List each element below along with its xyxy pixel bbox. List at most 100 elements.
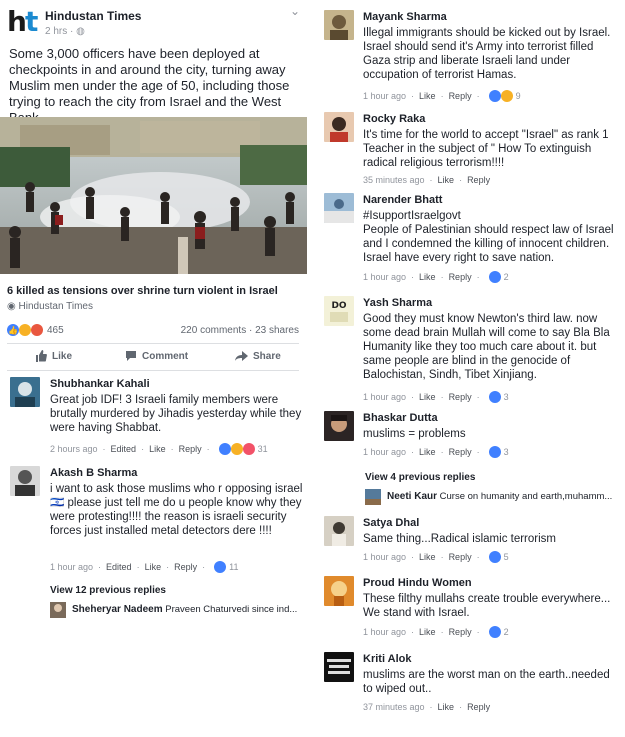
chevron-down-icon[interactable]: ⌄ (290, 4, 300, 18)
like-link[interactable]: Like (419, 627, 436, 637)
comment: Bhaskar Dutta muslims = problems 1 hour … (324, 411, 620, 461)
post-column: ht Hindustan Times 2 hrs · ◍ ⌄ Some 3,00… (0, 0, 312, 618)
news-photo[interactable] (0, 117, 307, 274)
page-name[interactable]: Hindustan Times (45, 9, 141, 23)
reply-text: Praveen Chaturvedi since ind... (165, 604, 298, 615)
avatar[interactable] (324, 10, 354, 40)
comment: Mayank Sharma Illegal immigrants should … (324, 10, 620, 105)
reply-link[interactable]: Reply (449, 627, 472, 637)
comment: Akash B Sharma i want to ask those musli… (10, 466, 305, 576)
avatar[interactable] (324, 193, 354, 223)
comment: Narender Bhatt #IsupportIsraelgovt Peopl… (324, 193, 620, 288)
avatar[interactable] (324, 112, 354, 142)
reaction-icons[interactable]: 2 (488, 626, 509, 638)
divider (7, 370, 299, 371)
reply-link[interactable]: Reply (449, 272, 472, 282)
reply-link[interactable]: Reply (449, 91, 472, 101)
comment-button[interactable]: Comment (125, 350, 188, 362)
edited-label[interactable]: Edited (106, 562, 132, 572)
reply-link[interactable]: Reply (467, 175, 490, 185)
globe-icon: ◍ (76, 26, 85, 37)
reaction-summary[interactable]: 👍 465 220 comments · 23 shares (7, 323, 299, 339)
like-link[interactable]: Like (419, 447, 436, 457)
like-link[interactable]: Like (149, 444, 166, 454)
like-link[interactable]: Like (419, 392, 436, 402)
reaction-icons[interactable]: 5 (488, 551, 509, 563)
commenter-name[interactable]: Satya Dhal (363, 517, 419, 529)
commenter-name[interactable]: Proud Hindu Women (363, 577, 472, 589)
avatar[interactable] (324, 652, 354, 682)
post-timestamp: 2 hrs · (45, 26, 77, 37)
reaction-icons[interactable]: 9 (488, 90, 521, 102)
comment-meta: 1 hour ago · Like · Reply · 2 (363, 626, 509, 638)
reaction-icons[interactable]: 2 (488, 271, 509, 283)
comment-text: These filthy mullahs create trouble ever… (363, 593, 611, 619)
avatar[interactable] (324, 411, 354, 441)
reaction-icons[interactable]: 3 (488, 446, 509, 458)
ht-logo[interactable]: ht (7, 5, 39, 38)
comment-share-stats[interactable]: 220 comments · 23 shares (181, 325, 299, 336)
share-button[interactable]: Share (235, 350, 281, 362)
comment-meta: 1 hour ago · Like · Reply · 9 (363, 90, 521, 102)
comment: Satya Dhal Same thing...Radical islamic … (324, 516, 620, 566)
comment-time: 1 hour ago (363, 447, 407, 457)
view-previous-replies[interactable]: View 4 previous replies (365, 472, 475, 483)
comment: Kriti Alok muslims are the worst man on … (324, 652, 620, 716)
comment-meta: 1 hour ago · Like · Reply · 3 (363, 446, 509, 458)
reply-link[interactable]: Reply (449, 447, 472, 457)
like-link[interactable]: Like (419, 552, 436, 562)
avatar[interactable]: DO (324, 296, 354, 326)
divider (7, 343, 299, 344)
comment-meta: 2 hours ago · Edited · Like · Reply · 31 (50, 443, 268, 455)
comment-text: It's time for the world to accept "Israe… (363, 129, 609, 169)
comment-meta: 37 minutes ago · Like · Reply (363, 702, 491, 712)
like-link[interactable]: Like (438, 175, 455, 185)
commenter-name[interactable]: Narender Bhatt (363, 194, 442, 206)
reply-link[interactable]: Reply (467, 702, 490, 712)
reaction-icons[interactable]: 11 (214, 561, 238, 573)
like-link[interactable]: Like (419, 91, 436, 101)
reaction-count: 11 (229, 562, 239, 572)
commenter-name[interactable]: Yash Sharma (363, 297, 432, 309)
commenter-name[interactable]: Kriti Alok (363, 653, 412, 665)
comment-text: muslims are the worst man on the earth..… (363, 669, 610, 695)
reaction-icons[interactable]: 3 (488, 391, 509, 403)
commenter-name[interactable]: Bhaskar Dutta (363, 412, 438, 424)
avatar[interactable] (324, 516, 354, 546)
source-dot-icon: ◉ (7, 301, 16, 312)
avatar[interactable] (10, 466, 40, 496)
avatar[interactable] (50, 602, 66, 618)
link-title[interactable]: 6 killed as tensions over shrine turn vi… (7, 285, 278, 297)
commenter-name[interactable]: Mayank Sharma (363, 11, 447, 23)
avatar[interactable] (10, 377, 40, 407)
reply-link[interactable]: Reply (179, 444, 202, 454)
commenter-name[interactable]: Shubhankar Kahali (50, 378, 150, 390)
comment: DO Yash Sharma Good they must know Newto… (324, 296, 620, 406)
reply-author[interactable]: Neeti Kaur (387, 491, 437, 502)
reply-link[interactable]: Reply (449, 552, 472, 562)
reply-author[interactable]: Sheheryar Nadeem (72, 604, 163, 615)
comment-text: Good they must know Newton's third law. … (363, 313, 610, 381)
avatar[interactable] (324, 576, 354, 606)
edited-label[interactable]: Edited (111, 444, 137, 454)
avatar[interactable] (365, 489, 381, 505)
reaction-count: 2 (503, 272, 509, 282)
post-header: ht Hindustan Times 2 hrs · ◍ ⌄ (0, 0, 312, 42)
reply-link[interactable]: Reply (174, 562, 197, 572)
avatar-text: DO (331, 301, 346, 311)
reply-preview[interactable]: Neeti Kaur Curse on humanity and earth,m… (387, 491, 623, 502)
commenter-name[interactable]: Rocky Raka (363, 113, 425, 125)
like-link[interactable]: Like (438, 702, 455, 712)
like-button[interactable]: Like (35, 350, 72, 362)
reply-link[interactable]: Reply (449, 392, 472, 402)
share-icon (235, 351, 248, 361)
reply-preview[interactable]: Sheheryar Nadeem Praveen Chaturvedi sinc… (72, 604, 307, 615)
comment-text: i want to ask those muslims who r opposi… (50, 483, 303, 537)
reaction-icons[interactable]: 31 (218, 443, 268, 455)
view-previous-replies[interactable]: View 12 previous replies (50, 585, 166, 596)
like-link[interactable]: Like (145, 562, 162, 572)
reaction-count: 9 (515, 91, 521, 101)
like-link[interactable]: Like (419, 272, 436, 282)
commenter-name[interactable]: Akash B Sharma (50, 467, 137, 479)
comment-meta: 1 hour ago · Edited · Like · Reply · 11 (50, 561, 239, 573)
